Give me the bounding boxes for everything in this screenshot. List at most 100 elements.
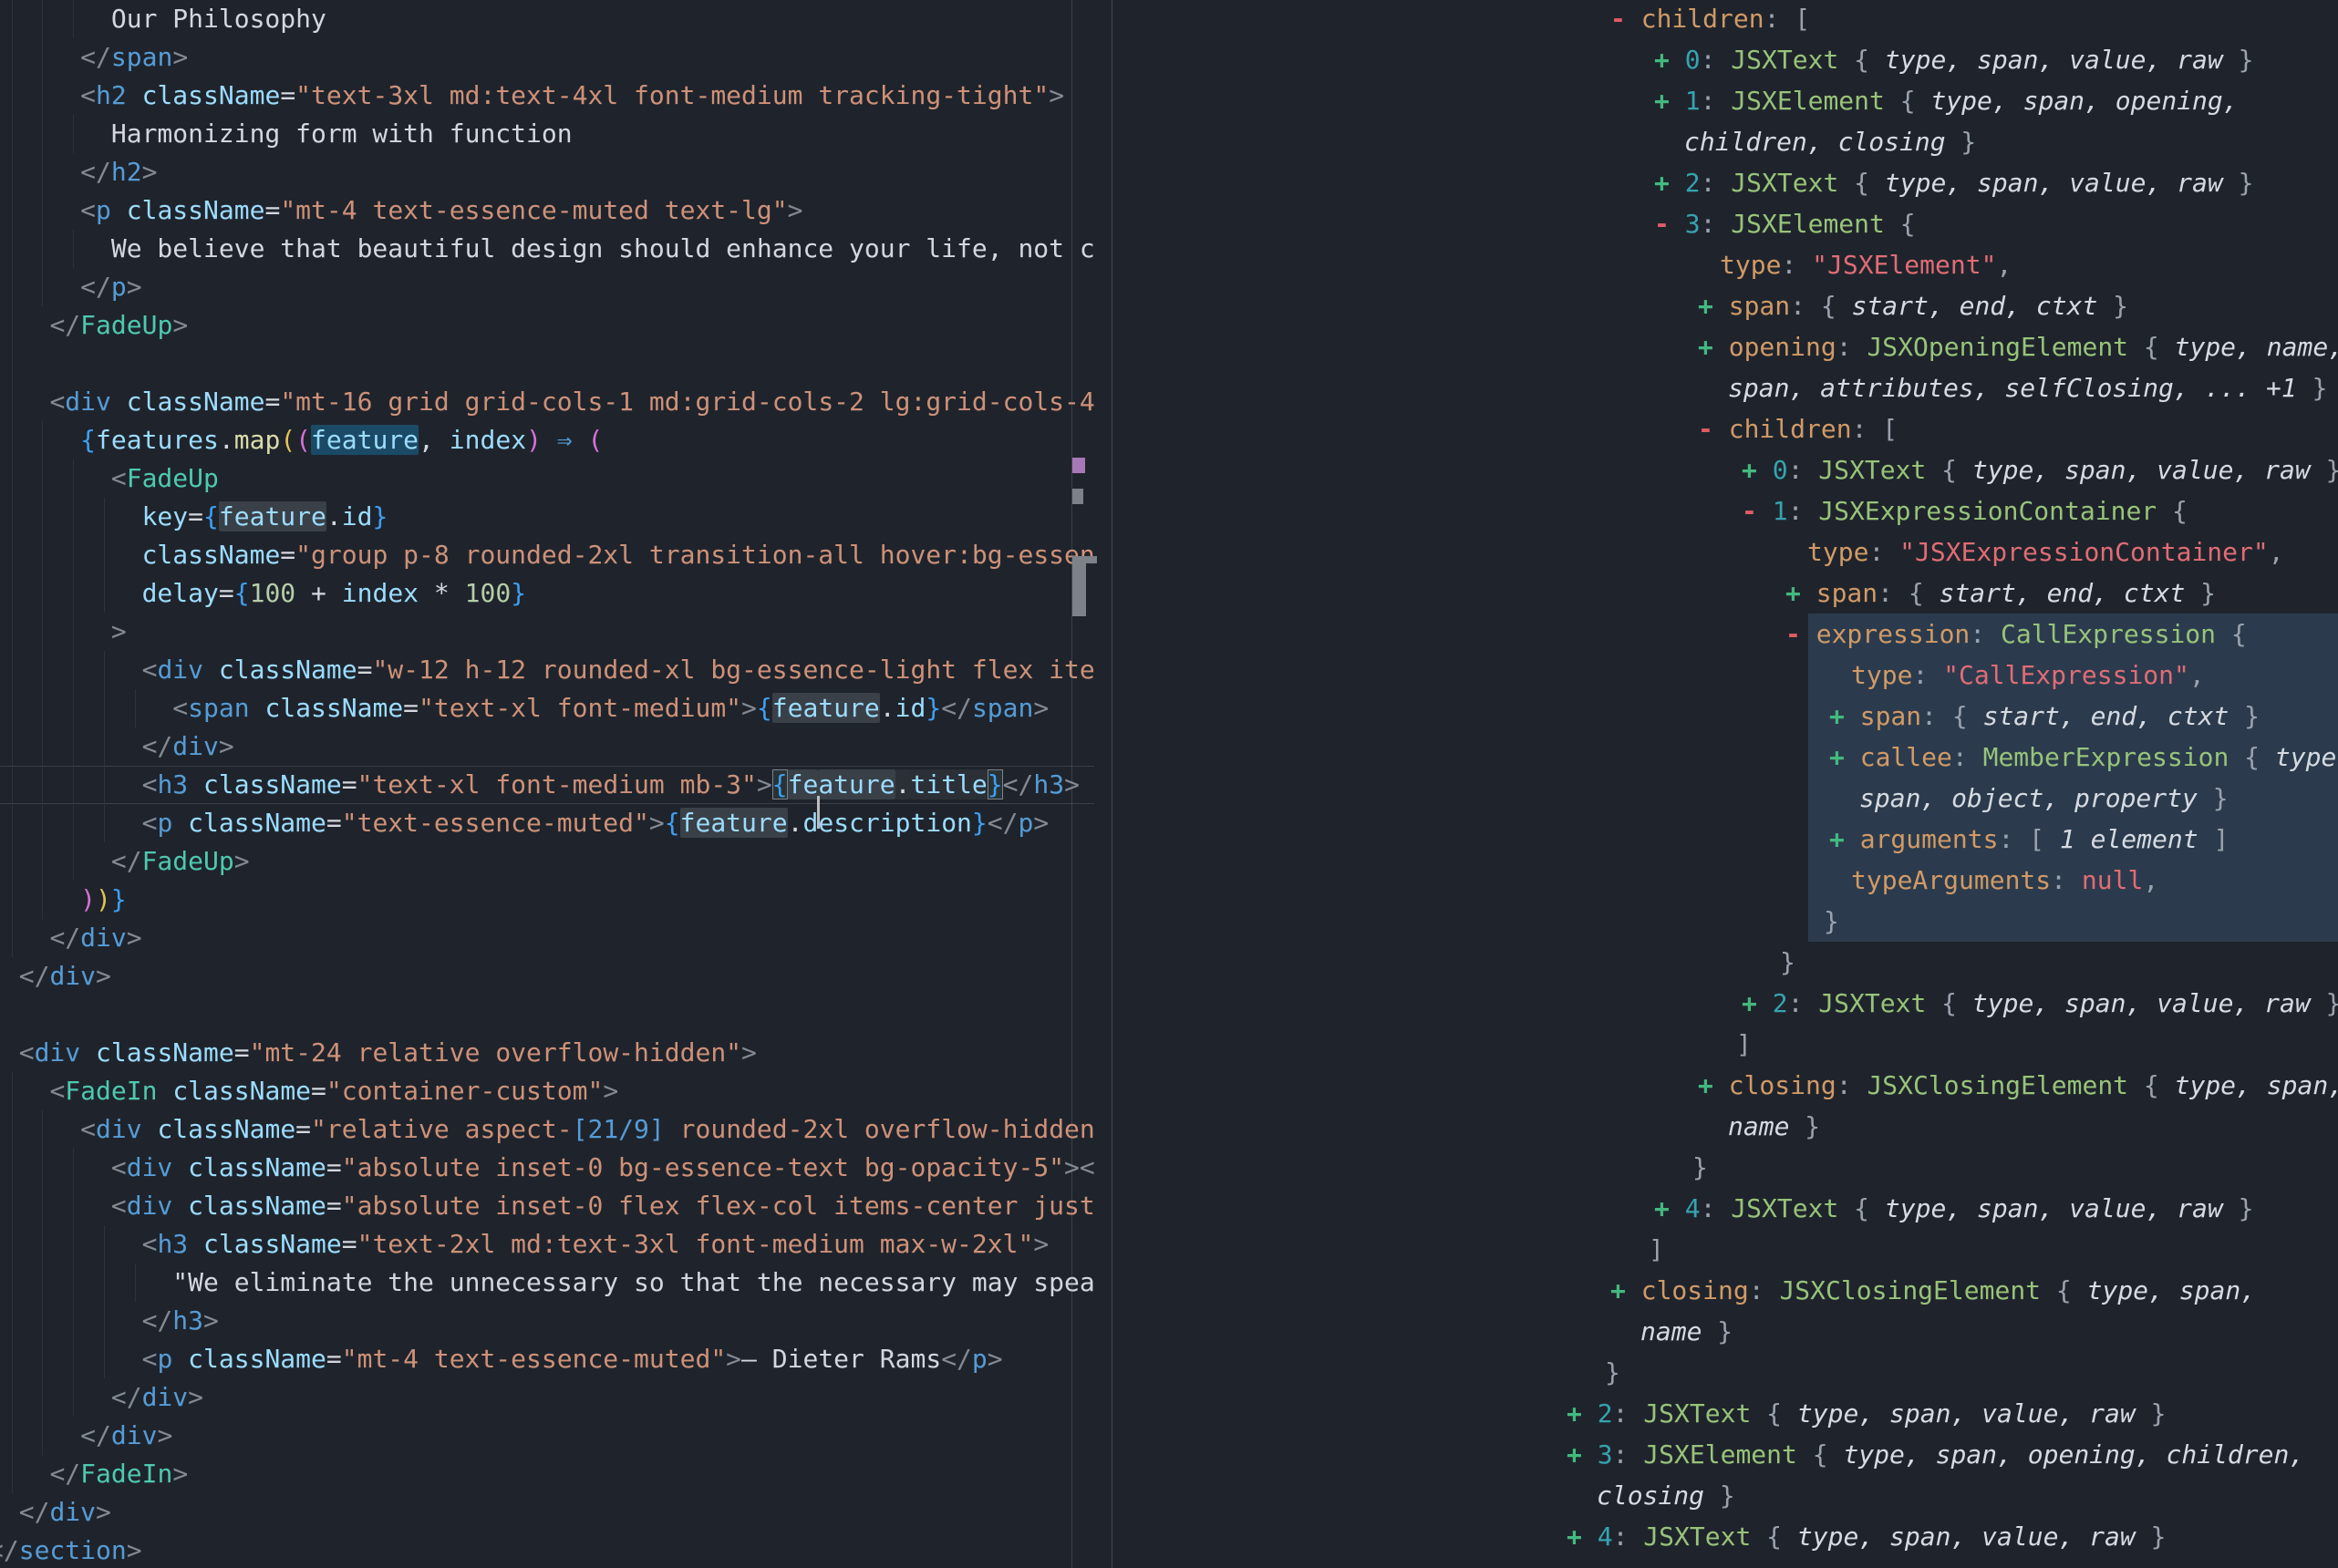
expand-toggle-icon[interactable]: + xyxy=(1610,1275,1641,1305)
code-line[interactable]: <span className="text-xl font-medium">{f… xyxy=(0,689,1094,727)
code-line[interactable]: </FadeUp> xyxy=(0,842,1094,881)
code-line[interactable]: <p className="mt-4 text-essence-muted">—… xyxy=(0,1340,1094,1378)
ast-node-line[interactable]: typeArguments: null, xyxy=(1112,860,2338,901)
ast-node-line[interactable]: closing } xyxy=(1112,1475,2338,1516)
ast-node-line[interactable]: ] xyxy=(1112,1024,2338,1065)
ast-node-line[interactable]: name } xyxy=(1112,1311,2338,1352)
expand-toggle-icon[interactable]: + xyxy=(1654,86,1685,116)
code-line[interactable]: </div> xyxy=(0,1417,1094,1455)
collapse-toggle-icon[interactable]: - xyxy=(1742,496,1773,526)
expand-toggle-icon[interactable]: + xyxy=(1829,824,1860,854)
expand-toggle-icon[interactable]: + xyxy=(1698,1070,1729,1100)
collapse-toggle-icon[interactable]: - xyxy=(1785,619,1816,649)
collapse-toggle-icon[interactable]: - xyxy=(1610,4,1641,34)
code-line[interactable]: </div> xyxy=(0,957,1094,995)
expand-toggle-icon[interactable]: + xyxy=(1742,455,1773,485)
code-line[interactable]: </FadeIn> xyxy=(0,1455,1094,1493)
ast-node-line[interactable]: - 3: JSXElement { xyxy=(1112,203,2338,244)
code-line[interactable]: </span> xyxy=(0,38,1094,77)
code-line[interactable]: <div className="absolute inset-0 flex fl… xyxy=(0,1187,1094,1225)
expand-toggle-icon[interactable]: + xyxy=(1567,1398,1598,1429)
code-line[interactable]: </FadeUp> xyxy=(0,306,1094,345)
ast-node-line[interactable]: + 1: JSXElement { type, span, opening, xyxy=(1112,80,2338,121)
collapse-toggle-icon[interactable]: - xyxy=(1698,414,1729,444)
collapse-toggle-icon[interactable]: - xyxy=(1654,209,1685,239)
ast-node-line[interactable]: children, closing } xyxy=(1112,121,2338,162)
expand-toggle-icon[interactable]: + xyxy=(1829,701,1860,731)
ast-node-line[interactable]: + 2: JSXText { type, span, value, raw } xyxy=(1112,162,2338,203)
ast-node-line[interactable]: ] xyxy=(1112,1229,2338,1270)
code-line[interactable]: <div className="relative aspect-[21/9] r… xyxy=(0,1110,1094,1149)
code-line[interactable]: </div> xyxy=(0,727,1094,766)
expand-toggle-icon[interactable]: + xyxy=(1785,578,1816,608)
code-line[interactable]: </div> xyxy=(0,1378,1094,1417)
expand-toggle-icon[interactable]: + xyxy=(1829,742,1860,772)
ast-node-line[interactable]: } xyxy=(1112,1147,2338,1188)
expand-toggle-icon[interactable]: + xyxy=(1698,291,1729,321)
ast-node-line[interactable]: + span: { start, end, ctxt } xyxy=(1112,696,2338,737)
code-line[interactable]: <div className="mt-16 grid grid-cols-1 m… xyxy=(0,383,1094,421)
code-line[interactable]: </h2> xyxy=(0,153,1094,191)
code-line[interactable]: Our Philosophy xyxy=(0,0,1094,38)
code-line[interactable] xyxy=(0,995,1094,1034)
code-line[interactable]: <div className="absolute inset-0 bg-esse… xyxy=(0,1149,1094,1187)
ast-node-line[interactable]: - 1: JSXExpressionContainer { xyxy=(1112,490,2338,531)
code-line[interactable]: "We eliminate the unnecessary so that th… xyxy=(0,1264,1094,1302)
expand-toggle-icon[interactable]: + xyxy=(1654,168,1685,198)
code-line[interactable]: delay={100 + index * 100} xyxy=(0,574,1094,613)
code-line[interactable]: <FadeUp xyxy=(0,459,1094,498)
code-line[interactable]: <div className="w-12 h-12 rounded-xl bg-… xyxy=(0,651,1094,689)
code-line[interactable]: </div> xyxy=(0,1493,1094,1532)
code-line[interactable]: Harmonizing form with function xyxy=(0,115,1094,153)
ast-node-line[interactable]: type: "JSXExpressionContainer", xyxy=(1112,531,2338,573)
ast-node-line[interactable]: + 2: JSXText { type, span, value, raw } xyxy=(1112,983,2338,1024)
ast-node-line[interactable]: + callee: MemberExpression { type, xyxy=(1112,737,2338,778)
ast-node-line[interactable]: } xyxy=(1112,901,2338,942)
ast-node-line[interactable]: + arguments: [ 1 element ] xyxy=(1112,819,2338,860)
code-line[interactable]: ))} xyxy=(0,881,1094,919)
ast-explorer-panel[interactable]: - children: [+ 0: JSXText { type, span, … xyxy=(1112,0,2338,1568)
ast-node-line[interactable]: - children: [ xyxy=(1112,408,2338,449)
code-line-current[interactable]: <h3 className="text-xl font-medium mb-3"… xyxy=(0,766,1094,804)
ast-node-line[interactable]: type: "JSXElement", xyxy=(1112,244,2338,285)
ast-node-line[interactable]: } xyxy=(1112,1352,2338,1393)
ast-node-line[interactable]: + 0: JSXText { type, span, value, raw } xyxy=(1112,39,2338,80)
code-line[interactable] xyxy=(0,345,1094,383)
ast-node-line[interactable]: + 3: JSXElement { type, span, opening, c… xyxy=(1112,1434,2338,1475)
code-line[interactable]: <FadeIn className="container-custom"> xyxy=(0,1072,1094,1110)
code-line[interactable]: <h3 className="text-2xl md:text-3xl font… xyxy=(0,1225,1094,1264)
ast-node-line[interactable]: + 4: JSXText { type, span, value, raw } xyxy=(1112,1188,2338,1229)
ast-node-line[interactable]: + 2: JSXText { type, span, value, raw } xyxy=(1112,1393,2338,1434)
expand-toggle-icon[interactable]: + xyxy=(1567,1522,1598,1552)
ast-node-line[interactable]: - children: [ xyxy=(1112,0,2338,39)
code-line[interactable]: {features.map((feature, index) ⇒ ( xyxy=(0,421,1094,459)
ast-node-line[interactable]: span, object, property } xyxy=(1112,778,2338,819)
code-line[interactable]: <p className="mt-4 text-essence-muted te… xyxy=(0,191,1094,230)
ast-node-line[interactable]: + closing: JSXClosingElement { type, spa… xyxy=(1112,1065,2338,1106)
ast-node-line[interactable]: } xyxy=(1112,942,2338,983)
expand-toggle-icon[interactable]: + xyxy=(1742,988,1773,1018)
ast-node-line[interactable]: - expression: CallExpression { xyxy=(1112,614,2338,655)
code-line[interactable]: <p className="text-essence-muted">{featu… xyxy=(0,804,1094,842)
code-line[interactable]: key={feature.id} xyxy=(0,498,1094,536)
expand-toggle-icon[interactable]: + xyxy=(1567,1439,1598,1470)
code-line[interactable]: <h2 className="text-3xl md:text-4xl font… xyxy=(0,77,1094,115)
code-line[interactable]: className="group p-8 rounded-2xl transit… xyxy=(0,536,1094,574)
ast-node-line[interactable]: + span: { start, end, ctxt } xyxy=(1112,573,2338,614)
code-line[interactable]: </p> xyxy=(0,268,1094,306)
expand-toggle-icon[interactable]: + xyxy=(1654,45,1685,75)
code-line[interactable]: </section> xyxy=(0,1532,1094,1568)
ast-node-line[interactable]: + span: { start, end, ctxt } xyxy=(1112,285,2338,326)
code-line[interactable]: We believe that beautiful design should … xyxy=(0,230,1094,268)
code-line[interactable]: > xyxy=(0,613,1094,651)
expand-toggle-icon[interactable]: + xyxy=(1698,332,1729,362)
expand-toggle-icon[interactable]: + xyxy=(1654,1193,1685,1223)
ast-node-line[interactable]: + closing: JSXClosingElement { type, spa… xyxy=(1112,1270,2338,1311)
code-line[interactable]: </h3> xyxy=(0,1302,1094,1340)
ast-node-line[interactable]: + opening: JSXOpeningElement { type, nam… xyxy=(1112,326,2338,367)
ast-node-line[interactable]: span, attributes, selfClosing, ... +1 } xyxy=(1112,367,2338,408)
code-editor-pane[interactable]: Our Philosophy </span> <h2 className="te… xyxy=(0,0,1094,1568)
ast-node-line[interactable]: name } xyxy=(1112,1106,2338,1147)
ast-node-line[interactable]: type: "CallExpression", xyxy=(1112,655,2338,696)
code-line[interactable]: <div className="mt-24 relative overflow-… xyxy=(0,1034,1094,1072)
